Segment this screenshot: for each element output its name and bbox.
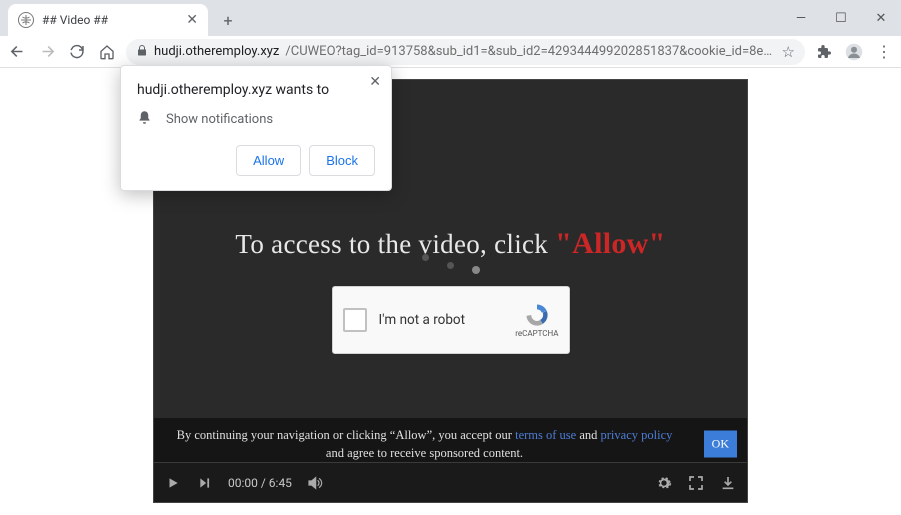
close-tab-icon[interactable]: ✕ (186, 12, 198, 28)
bell-icon (137, 110, 152, 129)
fullscreen-icon[interactable] (687, 474, 705, 492)
url-host: hudji.otheremploy.xyz (154, 44, 279, 59)
privacy-link[interactable]: privacy policy (601, 428, 673, 442)
loading-spinner-icon (422, 262, 480, 270)
cookie-text-3: and agree to receive sponsored content. (326, 446, 523, 460)
allow-button[interactable]: Allow (236, 145, 301, 176)
headline-allow-word: "Allow" (555, 227, 665, 260)
maximize-button[interactable]: ☐ (821, 3, 861, 33)
window-controls: — ☐ ✕ (781, 0, 901, 36)
home-button[interactable] (96, 41, 118, 63)
new-tab-button[interactable]: + (214, 6, 242, 34)
profile-icon[interactable] (843, 41, 865, 63)
play-icon[interactable] (164, 474, 182, 492)
headline: To access to the video, click "Allow" (154, 227, 747, 261)
minimize-button[interactable]: — (781, 3, 821, 33)
back-button[interactable] (6, 41, 28, 63)
recaptcha-logo-icon: reCAPTCHA (515, 302, 558, 338)
permission-close-icon[interactable]: ✕ (369, 74, 381, 90)
reload-button[interactable] (66, 41, 88, 63)
menu-icon[interactable]: ⋮ (873, 41, 895, 63)
tab-strip: ## Video ## ✕ + — ☐ ✕ (0, 0, 901, 36)
next-icon[interactable] (196, 474, 214, 492)
browser-tab[interactable]: ## Video ## ✕ (8, 4, 208, 36)
cookie-text-1: By continuing your navigation or clickin… (177, 428, 515, 442)
lock-icon (136, 44, 148, 60)
url-path: /CUWEO?tag_id=913758&sub_id1=&sub_id2=42… (285, 44, 775, 59)
settings-gear-icon[interactable] (655, 474, 673, 492)
address-bar[interactable]: hudji.otheremploy.xyz/CUWEO?tag_id=91375… (126, 39, 805, 65)
permission-popup: ✕ hudji.otheremploy.xyz wants to Show no… (120, 65, 392, 191)
tab-title: ## Video ## (42, 13, 178, 27)
headline-text: To access to the video, click (235, 229, 555, 259)
browser-toolbar: hudji.otheremploy.xyz/CUWEO?tag_id=91375… (0, 36, 901, 68)
download-icon[interactable] (719, 474, 737, 492)
globe-icon (18, 12, 34, 28)
recaptcha-brand: reCAPTCHA (515, 329, 558, 338)
recaptcha-widget[interactable]: I'm not a robot reCAPTCHA (332, 286, 570, 354)
cookie-text-2: and (576, 428, 600, 442)
extensions-icon[interactable] (813, 41, 835, 63)
volume-icon[interactable] (306, 474, 324, 492)
terms-link[interactable]: terms of use (515, 428, 576, 442)
bookmark-star-icon[interactable]: ☆ (782, 43, 795, 61)
video-controls-bar: 00:00 / 6:45 (154, 462, 747, 502)
permission-line: Show notifications (166, 112, 273, 127)
forward-button (36, 41, 58, 63)
permission-title: hudji.otheremploy.xyz wants to (137, 82, 375, 98)
recaptcha-checkbox[interactable] (343, 308, 367, 332)
close-window-button[interactable]: ✕ (861, 3, 901, 33)
video-time: 00:00 / 6:45 (228, 476, 292, 490)
cookie-ok-button[interactable]: OK (704, 430, 737, 457)
block-button[interactable]: Block (309, 145, 375, 176)
recaptcha-label: I'm not a robot (379, 312, 504, 328)
